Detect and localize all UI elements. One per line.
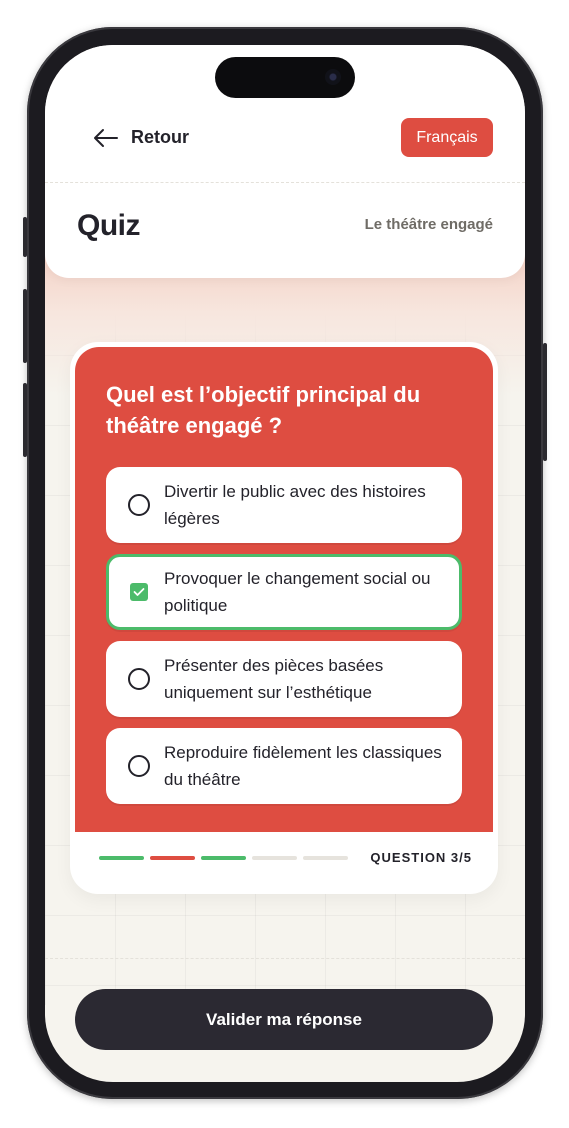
- answer-option-label: Reproduire fidèlement les classiques du …: [164, 743, 442, 789]
- answer-option-4[interactable]: Reproduire fidèlement les classiques du …: [106, 728, 462, 804]
- dynamic-island: [215, 57, 355, 98]
- radio-empty-icon: [128, 668, 150, 690]
- submit-answer-button[interactable]: Valider ma réponse: [75, 989, 493, 1050]
- header-divider: [45, 182, 525, 183]
- back-button[interactable]: Retour: [93, 127, 189, 148]
- power-button: [543, 343, 547, 461]
- answer-option-2[interactable]: Provoquer le changement social ou politi…: [106, 554, 462, 630]
- quiz-progress: [99, 856, 348, 860]
- radio-empty-icon: [128, 755, 150, 777]
- action-button: [23, 217, 27, 257]
- volume-up-button: [23, 289, 27, 363]
- quiz-topic: Le théâtre engagé: [364, 216, 493, 233]
- progress-segment-1: [99, 856, 144, 860]
- camera-icon: [325, 69, 341, 85]
- language-button[interactable]: Français: [401, 118, 493, 157]
- progress-segment-5: [303, 856, 348, 860]
- answer-option-label: Provoquer le changement social ou politi…: [164, 569, 431, 615]
- volume-down-button: [23, 383, 27, 457]
- back-label: Retour: [131, 127, 189, 147]
- footer-divider: [45, 958, 525, 959]
- progress-segment-3: [201, 856, 246, 860]
- answer-option-label: Divertir le public avec des histoires lé…: [164, 482, 426, 528]
- progress-segment-2: [150, 856, 195, 860]
- arrow-left-icon: [94, 128, 118, 147]
- quiz-card: Quel est l’objectif principal du théâtre…: [70, 342, 498, 894]
- answer-option-label: Présenter des pièces basées uniquement s…: [164, 656, 384, 702]
- answer-option-1[interactable]: Divertir le public avec des histoires lé…: [106, 467, 462, 543]
- progress-segment-4: [252, 856, 297, 860]
- answer-option-3[interactable]: Présenter des pièces basées uniquement s…: [106, 641, 462, 717]
- question-text: Quel est l’objectif principal du théâtre…: [106, 382, 421, 438]
- app-screen: Retour Français Quiz Le théâtre engagé Q…: [45, 45, 525, 1082]
- question-counter: QUESTION 3/5: [370, 850, 472, 865]
- checkbox-checked-icon: [130, 583, 148, 601]
- question-panel: Quel est l’objectif principal du théâtre…: [75, 347, 493, 832]
- radio-empty-icon: [128, 494, 150, 516]
- page-title: Quiz: [77, 209, 141, 242]
- check-icon: [133, 588, 145, 596]
